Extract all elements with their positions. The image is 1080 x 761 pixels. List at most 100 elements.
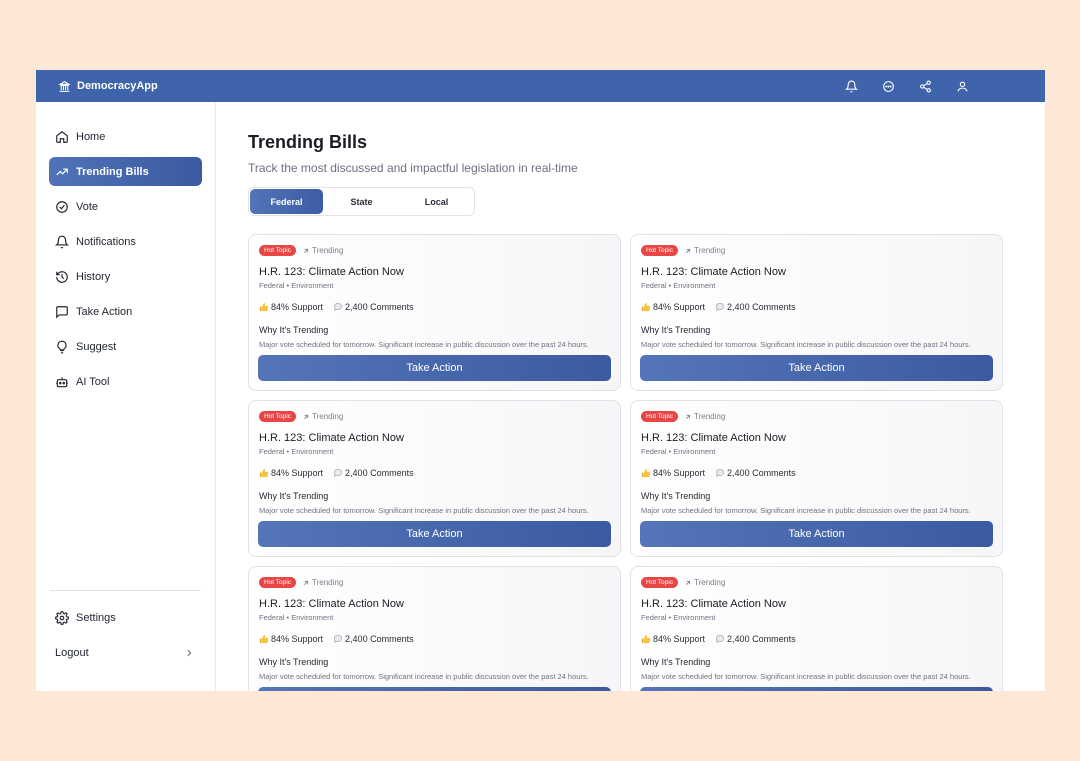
bell-icon	[845, 80, 858, 92]
arrow-up-right-icon	[304, 414, 309, 419]
profile-button[interactable]	[954, 78, 971, 95]
bill-title[interactable]: H.R. 123: Climate Action Now	[641, 598, 992, 610]
bill-card[interactable]: Hot Topic Trending H.R. 123: Climate Act…	[248, 400, 621, 557]
take-action-button[interactable]: Take Action	[640, 355, 993, 381]
take-action-button[interactable]: Take Action	[258, 687, 611, 691]
thumbs-up-icon	[641, 468, 651, 478]
take-action-button[interactable]: Take Action	[640, 521, 993, 547]
trending-tag: Trending	[684, 246, 725, 255]
app-window: DemocracyApp Home Trending Bills Vote No…	[36, 70, 1045, 691]
comments-stat[interactable]: 2,400 Comments	[715, 634, 796, 644]
sidebar-item-take-action[interactable]: Take Action	[49, 297, 202, 326]
take-action-button[interactable]: Take Action	[640, 687, 993, 691]
bill-stats: 84% Support 2,400 Comments	[259, 302, 610, 312]
sidebar-item-history[interactable]: History	[49, 262, 202, 291]
bill-title[interactable]: H.R. 123: Climate Action Now	[641, 266, 992, 278]
logout-button[interactable]: Logout	[49, 638, 202, 667]
comments-label: 2,400 Comments	[727, 302, 796, 312]
notifications-button[interactable]	[843, 78, 860, 95]
arrow-up-right-icon	[686, 580, 691, 585]
support-label: 84% Support	[271, 302, 324, 312]
comments-stat[interactable]: 2,400 Comments	[715, 468, 796, 478]
sidebar-item-label: Suggest	[76, 340, 117, 353]
trending-label: Trending	[693, 412, 726, 421]
main-content: Trending Bills Track the most discussed …	[216, 102, 1045, 691]
bill-title[interactable]: H.R. 123: Climate Action Now	[259, 266, 610, 278]
comments-label: 2,400 Comments	[345, 302, 414, 312]
bill-card[interactable]: Hot Topic Trending H.R. 123: Climate Act…	[630, 400, 1003, 557]
support-label: 84% Support	[653, 634, 706, 644]
why-trending-title: Why It's Trending	[259, 657, 329, 667]
bill-meta: Federal • Environment	[259, 281, 334, 290]
capitol-icon	[58, 80, 71, 92]
support-stat: 84% Support	[641, 468, 705, 478]
sidebar-item-home[interactable]: Home	[49, 122, 202, 151]
trending-tag: Trending	[302, 246, 343, 255]
hot-topic-badge: Hot Topic	[641, 411, 678, 422]
comments-stat[interactable]: 2,400 Comments	[333, 634, 414, 644]
speech-bubble-icon	[715, 302, 725, 311]
comments-label: 2,400 Comments	[727, 634, 796, 644]
trending-label: Trending	[311, 246, 344, 255]
tab-federal[interactable]: Federal	[250, 189, 323, 214]
bill-meta: Federal • Environment	[259, 447, 334, 456]
bill-card[interactable]: Hot Topic Trending H.R. 123: Climate Act…	[248, 234, 621, 391]
why-trending-title: Why It's Trending	[641, 657, 711, 667]
sidebar-item-label: Vote	[76, 200, 99, 213]
trending-tag: Trending	[302, 578, 343, 587]
bill-title[interactable]: H.R. 123: Climate Action Now	[259, 432, 610, 444]
why-trending-desc: Major vote scheduled for tomorrow. Signi…	[259, 506, 589, 515]
sidebar: Home Trending Bills Vote Notifications H…	[36, 102, 216, 691]
bill-card[interactable]: Hot Topic Trending H.R. 123: Climate Act…	[630, 566, 1003, 691]
why-trending-desc: Major vote scheduled for tomorrow. Signi…	[641, 506, 971, 515]
messages-button[interactable]	[880, 78, 897, 95]
why-trending-desc: Major vote scheduled for tomorrow. Signi…	[641, 340, 971, 349]
bill-meta: Federal • Environment	[641, 281, 716, 290]
message-square-icon	[56, 305, 68, 319]
speech-bubble-icon	[715, 634, 725, 643]
sidebar-item-ai-tool[interactable]: AI Tool	[49, 367, 202, 396]
support-label: 84% Support	[271, 468, 324, 478]
bill-title[interactable]: H.R. 123: Climate Action Now	[641, 432, 992, 444]
why-trending-desc: Major vote scheduled for tomorrow. Signi…	[259, 672, 589, 681]
user-icon	[957, 81, 968, 91]
history-icon	[56, 270, 68, 283]
bill-card[interactable]: Hot Topic Trending H.R. 123: Climate Act…	[248, 566, 621, 691]
page-title: Trending Bills	[248, 132, 368, 152]
arrow-up-right-icon	[686, 248, 691, 253]
bill-meta: Federal • Environment	[641, 613, 716, 622]
bill-title[interactable]: H.R. 123: Climate Action Now	[259, 598, 610, 610]
sidebar-item-settings[interactable]: Settings	[49, 603, 202, 632]
sidebar-item-suggest[interactable]: Suggest	[49, 332, 202, 361]
comments-stat[interactable]: 2,400 Comments	[715, 302, 796, 312]
app-name: DemocracyApp	[77, 80, 158, 92]
tab-local[interactable]: Local	[400, 189, 473, 214]
bill-card[interactable]: Hot Topic Trending H.R. 123: Climate Act…	[630, 234, 1003, 391]
hot-topic-badge: Hot Topic	[259, 411, 296, 422]
tab-state[interactable]: State	[325, 189, 398, 214]
bill-stats: 84% Support 2,400 Comments	[641, 634, 992, 644]
arrow-up-right-icon	[304, 580, 309, 585]
page-subtitle: Track the most discussed and impactful l…	[248, 161, 578, 175]
take-action-button[interactable]: Take Action	[258, 355, 611, 381]
sidebar-item-vote[interactable]: Vote	[49, 192, 202, 221]
take-action-button[interactable]: Take Action	[258, 521, 611, 547]
comments-stat[interactable]: 2,400 Comments	[333, 468, 414, 478]
trending-label: Trending	[311, 412, 344, 421]
sidebar-item-notifications[interactable]: Notifications	[49, 227, 202, 256]
comments-label: 2,400 Comments	[345, 634, 414, 644]
chevron-right-icon	[187, 649, 192, 656]
brand[interactable]: DemocracyApp	[58, 80, 158, 93]
share-button[interactable]	[917, 78, 934, 95]
comments-stat[interactable]: 2,400 Comments	[333, 302, 414, 312]
trending-tag: Trending	[684, 578, 725, 587]
thumbs-up-icon	[259, 634, 269, 644]
divider	[50, 590, 201, 591]
bill-stats: 84% Support 2,400 Comments	[641, 302, 992, 312]
arrow-up-right-icon	[686, 414, 691, 419]
sidebar-item-label: Settings	[76, 611, 116, 624]
speech-bubble-icon	[333, 302, 343, 311]
sidebar-item-trending-bills[interactable]: Trending Bills	[49, 157, 202, 186]
chat-icon	[883, 80, 894, 92]
trending-tag: Trending	[684, 412, 725, 421]
